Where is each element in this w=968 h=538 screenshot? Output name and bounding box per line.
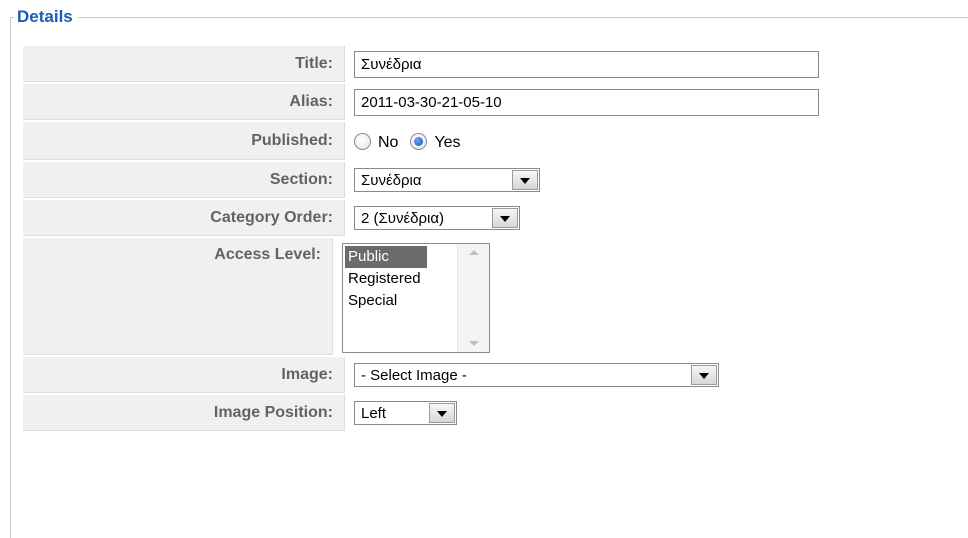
access-level-label: Access Level: — [23, 238, 333, 355]
access-level-row: Access Level: Public Registered Special — [23, 238, 968, 355]
image-label: Image: — [23, 357, 345, 393]
image-row: Image: - Select Image - — [23, 357, 968, 393]
image-select-value: - Select Image - — [361, 366, 467, 384]
image-position-label: Image Position: — [23, 395, 345, 431]
chevron-down-icon[interactable] — [691, 365, 717, 385]
chevron-down-icon[interactable] — [512, 170, 538, 190]
image-position-row: Image Position: Left — [23, 395, 968, 431]
title-input[interactable] — [354, 50, 819, 78]
published-row: Published: No Yes — [23, 122, 968, 160]
published-radio-group: No Yes — [354, 130, 473, 152]
category-order-select[interactable]: 2 (Συνέδρια) — [354, 206, 520, 230]
published-yes-label[interactable]: Yes — [434, 134, 460, 152]
scroll-up-icon[interactable] — [468, 250, 479, 255]
category-order-row: Category Order: 2 (Συνέδρια) — [23, 200, 968, 236]
section-select-value: Συνέδρια — [361, 171, 422, 189]
published-no-label[interactable]: No — [378, 134, 398, 152]
published-label: Published: — [23, 122, 345, 160]
scroll-down-icon[interactable] — [468, 341, 479, 346]
access-level-scrollbar[interactable] — [457, 244, 489, 352]
category-order-select-value: 2 (Συνέδρια) — [361, 209, 445, 227]
details-form: Title: Alias: Published: No Yes Section:… — [23, 46, 968, 433]
chevron-down-icon[interactable] — [492, 208, 518, 228]
section-label: Section: — [23, 162, 345, 198]
access-level-option-special[interactable]: Special — [345, 290, 457, 312]
section-select[interactable]: Συνέδρια — [354, 168, 540, 192]
published-yes-radio[interactable] — [410, 132, 428, 150]
image-select[interactable]: - Select Image - — [354, 363, 719, 387]
access-level-option-public[interactable]: Public — [345, 246, 427, 268]
access-level-option-registered[interactable]: Registered — [345, 268, 457, 290]
alias-input[interactable] — [354, 88, 819, 116]
image-position-select-value: Left — [361, 404, 387, 422]
alias-label: Alias: — [23, 84, 345, 120]
alias-row: Alias: — [23, 84, 968, 120]
published-no-radio[interactable] — [354, 132, 371, 150]
category-order-label: Category Order: — [23, 200, 345, 236]
section-row: Section: Συνέδρια — [23, 162, 968, 198]
title-label: Title: — [23, 46, 345, 82]
chevron-down-icon[interactable] — [429, 403, 455, 423]
title-row: Title: — [23, 46, 968, 82]
access-level-listbox[interactable]: Public Registered Special — [342, 243, 490, 353]
image-position-select[interactable]: Left — [354, 401, 457, 425]
details-legend: Details — [14, 6, 78, 28]
